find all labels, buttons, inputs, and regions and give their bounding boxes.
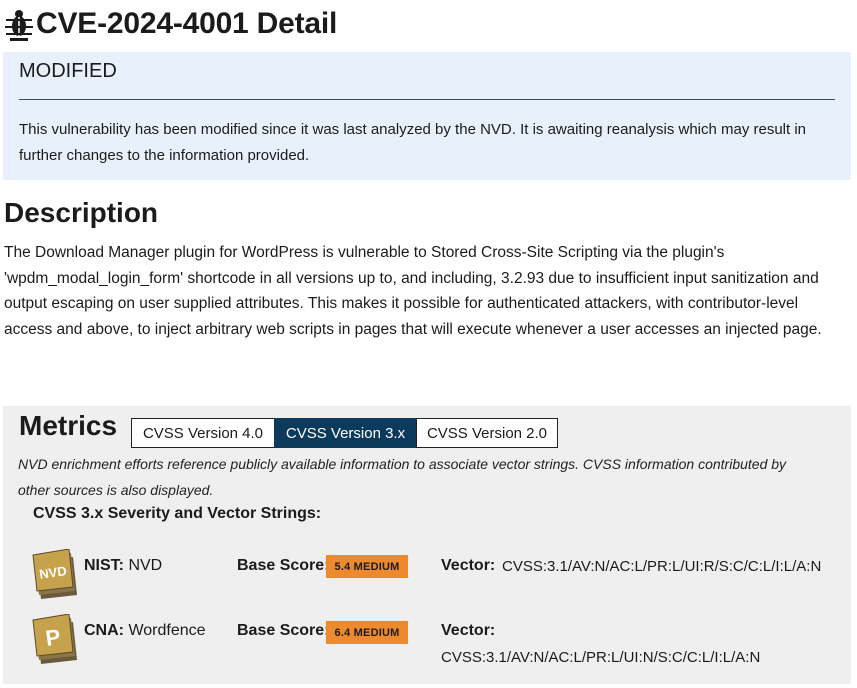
- modified-notice: MODIFIED This vulnerability has been mod…: [3, 52, 851, 180]
- tab-cvss-3-x[interactable]: CVSS Version 3.x: [274, 418, 417, 448]
- description-text: The Download Manager plugin for WordPres…: [4, 244, 822, 338]
- cna-base-score-badge[interactable]: 6.4 MEDIUM: [326, 621, 408, 644]
- cna-vector-string: CVSS:3.1/AV:N/AC:L/PR:L/UI:N/S:C/C:L/I:L…: [441, 649, 761, 666]
- modified-text: This vulnerability has been modified sin…: [19, 121, 807, 164]
- metrics-panel: Metrics CVSS Version 4.0 CVSS Version 3.…: [3, 406, 851, 684]
- page-title: CVE-2024-4001 Detail: [36, 7, 338, 40]
- source-label: CNA:: [84, 622, 124, 639]
- tab-cvss-2-0[interactable]: CVSS Version 2.0: [416, 418, 558, 448]
- bug-icon: [5, 10, 33, 41]
- source-value: Wordfence: [128, 622, 206, 639]
- nvd-badge-icon: NVD: [32, 549, 77, 599]
- nvd-vector-string: CVSS:3.1/AV:N/AC:L/PR:L/UI:R/S:C/C:L/I:L…: [502, 558, 822, 575]
- source-label: NIST:: [84, 557, 124, 574]
- metrics-note: NVD enrichment efforts reference publicl…: [18, 456, 787, 498]
- cvss-version-tabs: CVSS Version 4.0 CVSS Version 3.x CVSS V…: [131, 418, 558, 448]
- severity-heading: CVSS 3.x Severity and Vector Strings:: [33, 505, 322, 522]
- nvd-base-score-badge[interactable]: 5.4 MEDIUM: [326, 555, 408, 578]
- vector-label: Vector:: [441, 557, 496, 574]
- cna-badge-icon: P: [32, 614, 77, 664]
- base-score-label: Base Score:: [237, 622, 330, 639]
- divider: [19, 99, 835, 100]
- tab-cvss-4-0[interactable]: CVSS Version 4.0: [131, 418, 275, 448]
- description-heading: Description: [4, 197, 159, 228]
- nvd-source: NIST: NVD: [84, 557, 162, 575]
- cna-source: CNA: Wordfence: [84, 622, 206, 640]
- modified-title: MODIFIED: [19, 60, 117, 82]
- base-score-label: Base Score:: [237, 557, 330, 574]
- metrics-heading: Metrics: [19, 410, 118, 441]
- source-value: NVD: [128, 557, 163, 574]
- page-header: CVE-2024-4001 Detail: [4, 4, 337, 44]
- vector-label: Vector:: [441, 622, 496, 639]
